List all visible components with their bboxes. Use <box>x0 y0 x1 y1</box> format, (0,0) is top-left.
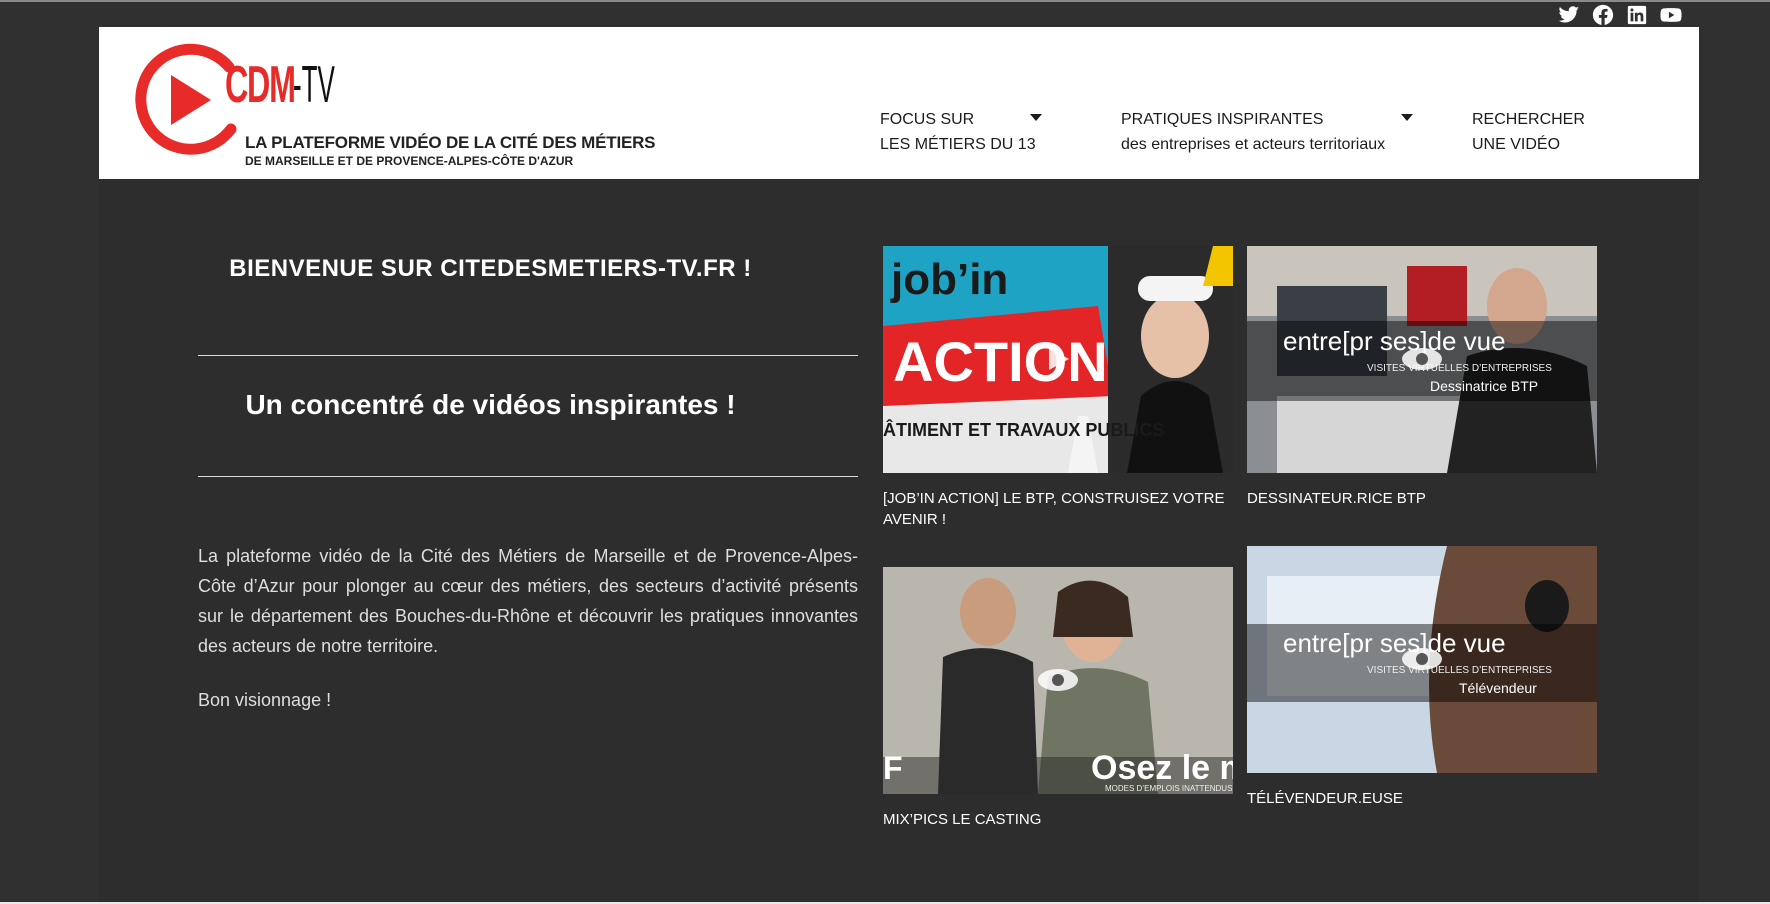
video-card[interactable]: Osez le mi F MODES D’EMPLOIS INATTENDUS … <box>883 567 1233 830</box>
nav-recherche-line1: RECHERCHER <box>1472 111 1585 128</box>
nav-pratiques-line1: PRATIQUES INSPIRANTES <box>1121 111 1324 128</box>
facebook-link[interactable] <box>1592 4 1614 26</box>
nav-rechercher-video[interactable]: RECHERCHER UNE VIDÉO <box>1472 107 1585 157</box>
video-thumbnail[interactable]: Osez le mi F MODES D’EMPLOIS INATTENDUS <box>883 567 1233 794</box>
thumb-overlay-text: Osez le mi <box>1091 749 1233 787</box>
facebook-icon <box>1592 4 1614 25</box>
page-container: CDM -TV LA PLATEFORME VIDÉO DE LA CITÉ D… <box>99 27 1699 902</box>
divider <box>198 476 858 477</box>
thumb-overlay-text: VISITES VIRTUELLES D’ENTREPRISES <box>1367 363 1552 374</box>
thumb-overlay-text: entre[pr ses]de vue <box>1283 326 1506 356</box>
youtube-icon <box>1660 8 1682 22</box>
linkedin-icon <box>1627 5 1647 25</box>
video-thumbnail[interactable]: entre[pr ses]de vue VISITES VIRTUELLES D… <box>1247 546 1597 773</box>
video-card[interactable]: job’in ACTION ÂTIMENT ET TRAVAUX PUBLICS… <box>883 246 1233 530</box>
nav-pratiques-line2: des entreprises et acteurs territoriaux <box>1121 136 1386 153</box>
video-title[interactable]: MIX’PICS LE CASTING <box>883 809 1233 830</box>
nav-pratiques-inspirantes[interactable]: PRATIQUES INSPIRANTES des entreprises et… <box>1121 107 1385 157</box>
intro-paragraph: La plateforme vidéo de la Cité des Métie… <box>198 546 858 656</box>
play-icon <box>1049 348 1069 370</box>
video-card[interactable]: entre[pr ses]de vue VISITES VIRTUELLES D… <box>1247 546 1597 809</box>
video-title[interactable]: [JOB’IN ACTION] LE BTP, CONSTRUISEZ VOTR… <box>883 488 1233 530</box>
main-navigation: FOCUS SUR LES MÉTIERS DU 13 PRATIQUES IN… <box>99 27 1699 179</box>
thumb-overlay-text: MODES D’EMPLOIS INATTENDUS <box>1105 784 1232 793</box>
chevron-down-icon[interactable] <box>1401 114 1413 121</box>
thumb-overlay-text: entre[pr ses]de vue <box>1283 628 1506 658</box>
social-links <box>1558 4 1682 26</box>
thumb-overlay-text: Dessinatrice BTP <box>1430 378 1538 394</box>
thumb-overlay-text: VISITES VIRTUELLES D’ENTREPRISES <box>1367 665 1552 676</box>
page-subtitle: Un concentré de vidéos inspirantes ! <box>245 389 736 420</box>
video-card[interactable]: entre[pr ses]de vue VISITES VIRTUELLES D… <box>1247 246 1597 509</box>
linkedin-link[interactable] <box>1626 4 1648 26</box>
closing-text: Bon visionnage ! <box>198 690 332 710</box>
thumb-overlay-text: Télévendeur <box>1459 680 1537 696</box>
welcome-title: BIENVENUE SUR CITEDESMETIERS-TV.FR ! <box>229 255 752 282</box>
video-title[interactable]: DESSINATEUR.RICE BTP <box>1247 488 1597 509</box>
thumb-overlay-text: F <box>883 750 903 786</box>
video-thumbnail[interactable]: entre[pr ses]de vue VISITES VIRTUELLES D… <box>1247 246 1597 473</box>
eye-icon <box>1402 348 1442 370</box>
nav-focus-metiers[interactable]: FOCUS SUR LES MÉTIERS DU 13 <box>880 107 1036 157</box>
eye-icon <box>1038 669 1078 691</box>
site-header: CDM -TV LA PLATEFORME VIDÉO DE LA CITÉ D… <box>99 27 1699 179</box>
nav-recherche-line2: UNE VIDÉO <box>1472 136 1561 153</box>
twitter-link[interactable] <box>1558 4 1580 26</box>
thumb-overlay-text: job’in <box>890 255 1008 304</box>
nav-focus-line1: FOCUS SUR <box>880 111 975 128</box>
youtube-link[interactable] <box>1660 4 1682 26</box>
twitter-icon <box>1558 6 1580 23</box>
thumb-overlay-text: ÂTIMENT ET TRAVAUX PUBLICS <box>883 419 1164 440</box>
chevron-down-icon[interactable] <box>1030 114 1042 121</box>
divider <box>198 355 858 356</box>
video-title[interactable]: TÉLÉVENDEUR.EUSE <box>1247 788 1597 809</box>
video-thumbnail[interactable]: job’in ACTION ÂTIMENT ET TRAVAUX PUBLICS <box>883 246 1233 473</box>
top-border <box>0 0 1770 2</box>
nav-focus-line2: LES MÉTIERS DU 13 <box>880 136 1036 153</box>
eye-icon <box>1402 648 1442 670</box>
